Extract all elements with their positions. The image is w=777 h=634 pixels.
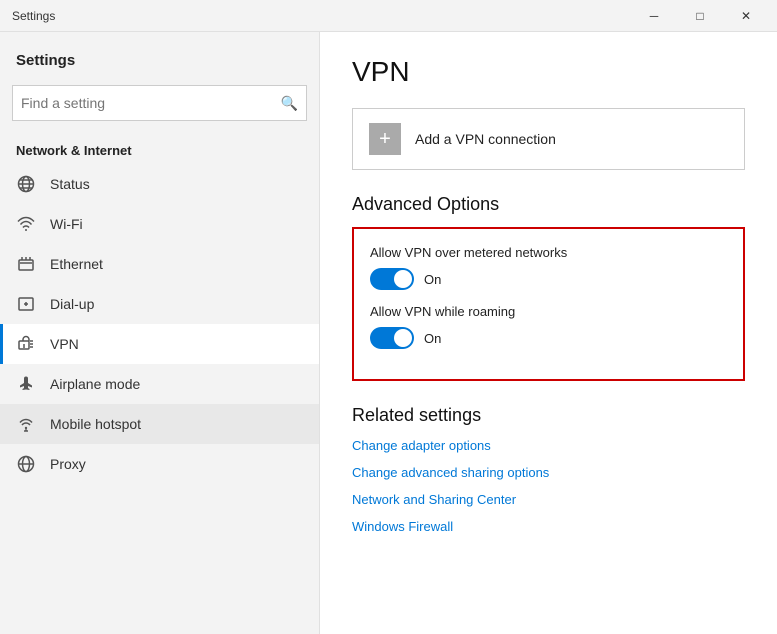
sidebar-item-airplane-label: Airplane mode xyxy=(50,376,140,392)
add-vpn-button[interactable]: + Add a VPN connection xyxy=(352,108,745,170)
dialup-icon xyxy=(16,294,36,314)
proxy-icon xyxy=(16,454,36,474)
search-icon: 🔍 xyxy=(281,95,298,112)
toggle-roaming-state: On xyxy=(424,331,441,346)
sidebar-item-wifi[interactable]: Wi-Fi xyxy=(0,204,319,244)
sidebar-item-proxy[interactable]: Proxy xyxy=(0,444,319,484)
sidebar-item-ethernet-label: Ethernet xyxy=(50,256,103,272)
close-button[interactable]: ✕ xyxy=(723,0,769,32)
toggle-metered-switch[interactable] xyxy=(370,268,414,290)
sidebar-item-hotspot[interactable]: Mobile hotspot xyxy=(0,404,319,444)
link-change-adapter[interactable]: Change adapter options xyxy=(352,438,745,453)
toggle-metered-state: On xyxy=(424,272,441,287)
minimize-button[interactable]: ─ xyxy=(631,0,677,32)
advanced-options-box: Allow VPN over metered networks On Allow… xyxy=(352,227,745,381)
sidebar-item-airplane[interactable]: Airplane mode xyxy=(0,364,319,404)
content-area: VPN + Add a VPN connection Advanced Opti… xyxy=(320,32,777,634)
globe-icon xyxy=(16,174,36,194)
sidebar-item-hotspot-label: Mobile hotspot xyxy=(50,416,141,432)
link-windows-firewall[interactable]: Windows Firewall xyxy=(352,519,745,534)
toggle-row-roaming: Allow VPN while roaming On xyxy=(370,304,727,349)
sidebar-item-vpn[interactable]: VPN xyxy=(0,324,319,364)
toggle-roaming-control: On xyxy=(370,327,727,349)
add-icon: + xyxy=(369,123,401,155)
main-layout: Settings 🔍 Network & Internet Status xyxy=(0,32,777,634)
titlebar-title: Settings xyxy=(12,9,55,23)
link-change-sharing[interactable]: Change advanced sharing options xyxy=(352,465,745,480)
toggle-roaming-switch[interactable] xyxy=(370,327,414,349)
sidebar-item-status-label: Status xyxy=(50,176,90,192)
hotspot-icon xyxy=(16,414,36,434)
wifi-icon xyxy=(16,214,36,234)
add-vpn-label: Add a VPN connection xyxy=(415,131,556,147)
airplane-icon xyxy=(16,374,36,394)
titlebar-controls: ─ □ ✕ xyxy=(631,0,769,32)
titlebar: Settings ─ □ ✕ xyxy=(0,0,777,32)
maximize-button[interactable]: □ xyxy=(677,0,723,32)
toggle-metered-control: On xyxy=(370,268,727,290)
page-title: VPN xyxy=(352,56,745,88)
sidebar-item-dialup-label: Dial-up xyxy=(50,296,94,312)
sidebar-item-dialup[interactable]: Dial-up xyxy=(0,284,319,324)
sidebar-item-proxy-label: Proxy xyxy=(50,456,86,472)
sidebar: Settings 🔍 Network & Internet Status xyxy=(0,32,320,634)
toggle-metered-label: Allow VPN over metered networks xyxy=(370,245,727,260)
sidebar-item-wifi-label: Wi-Fi xyxy=(50,216,83,232)
advanced-options-title: Advanced Options xyxy=(352,194,745,215)
search-input[interactable] xyxy=(21,95,281,111)
toggle-roaming-label: Allow VPN while roaming xyxy=(370,304,727,319)
toggle-row-metered: Allow VPN over metered networks On xyxy=(370,245,727,290)
sidebar-item-ethernet[interactable]: Ethernet xyxy=(0,244,319,284)
sidebar-header: Settings xyxy=(0,32,319,77)
ethernet-icon xyxy=(16,254,36,274)
sidebar-item-vpn-label: VPN xyxy=(50,336,79,352)
search-box[interactable]: 🔍 xyxy=(12,85,307,121)
vpn-icon xyxy=(16,334,36,354)
sidebar-section-label: Network & Internet xyxy=(0,133,319,164)
sidebar-item-status[interactable]: Status xyxy=(0,164,319,204)
link-network-center[interactable]: Network and Sharing Center xyxy=(352,492,745,507)
related-settings-title: Related settings xyxy=(352,405,745,426)
